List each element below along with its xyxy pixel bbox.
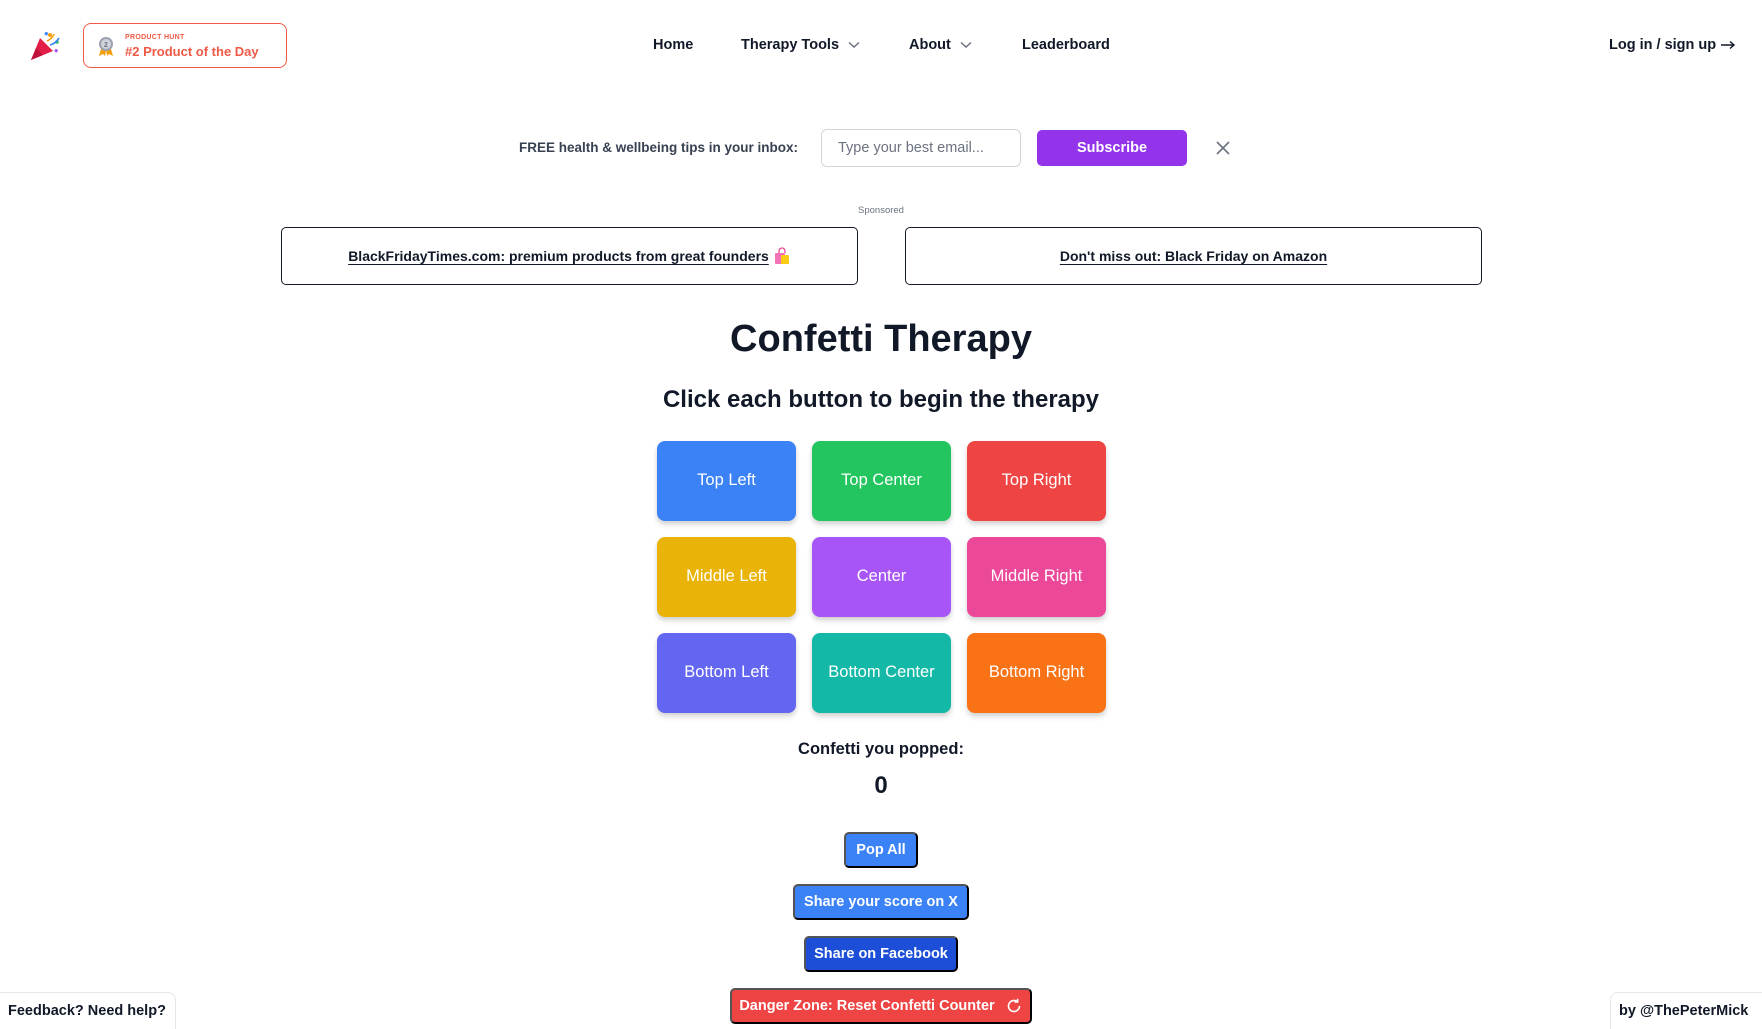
confetti-button-middle-right[interactable]: Middle Right [967,537,1106,617]
confetti-button-bottom-center[interactable]: Bottom Center [812,633,951,713]
login-signup-label: Log in / sign up [1609,37,1717,53]
confetti-button-bottom-right[interactable]: Bottom Right [967,633,1106,713]
shopping-bags-icon [773,247,791,265]
confetti-button-top-center[interactable]: Top Center [812,441,951,521]
confetti-button-middle-left[interactable]: Middle Left [657,537,796,617]
chevron-down-icon [848,41,860,49]
close-icon[interactable] [1214,139,1232,157]
share-on-x-button[interactable]: Share your score on X [793,884,969,920]
sponsored-ad-2-link[interactable]: Don't miss out: Black Friday on Amazon [1060,248,1327,264]
main-nav: Home Therapy Tools About Leaderboard Log… [0,37,1762,55]
sponsored-ad-1-text: BlackFridayTimes.com: premium products f… [348,248,769,264]
confetti-button-top-right[interactable]: Top Right [967,441,1106,521]
reset-counter-label: Danger Zone: Reset Confetti Counter [739,998,995,1014]
nav-therapy-tools[interactable]: Therapy Tools [741,37,860,53]
sponsored-label: Sponsored [858,205,904,216]
page-title: Confetti Therapy [730,318,1032,360]
pop-all-button[interactable]: Pop All [844,832,918,868]
feedback-tab[interactable]: Feedback? Need help? [0,992,176,1029]
page-subtitle: Click each button to begin the therapy [662,386,1100,413]
reset-counter-button[interactable]: Danger Zone: Reset Confetti Counter [730,988,1032,1024]
nav-leaderboard[interactable]: Leaderboard [1022,37,1110,53]
newsletter-label: FREE health & wellbeing tips in your inb… [519,140,799,155]
sponsored-ad-1-link[interactable]: BlackFridayTimes.com: premium products f… [348,247,791,265]
author-byline[interactable]: by @ThePeterMick [1610,992,1762,1029]
refresh-icon [1005,997,1023,1015]
nav-leaderboard-label: Leaderboard [1022,37,1110,53]
chevron-down-icon [960,41,972,49]
nav-about[interactable]: About [909,37,972,53]
confetti-button-grid: Top Left Top Center Top Right Middle Lef… [657,441,1106,713]
nav-home[interactable]: Home [653,37,693,53]
subscribe-button[interactable]: Subscribe [1037,130,1187,166]
sponsored-ad-2[interactable]: Don't miss out: Black Friday on Amazon [905,227,1482,285]
confetti-button-top-left[interactable]: Top Left [657,441,796,521]
arrow-right-icon [1720,40,1736,50]
email-input[interactable] [821,129,1021,167]
confetti-counter-value: 0 [874,772,888,799]
nav-therapy-tools-label: Therapy Tools [741,37,840,53]
sponsored-ad-1[interactable]: BlackFridayTimes.com: premium products f… [281,227,858,285]
login-signup-link[interactable]: Log in / sign up [1609,37,1736,53]
newsletter-bar: FREE health & wellbeing tips in your inb… [0,129,1762,167]
confetti-counter-label: Confetti you popped: [798,740,964,758]
nav-home-label: Home [653,37,694,53]
confetti-button-center[interactable]: Center [812,537,951,617]
nav-about-label: About [909,37,951,53]
share-on-facebook-button[interactable]: Share on Facebook [804,936,958,972]
confetti-button-bottom-left[interactable]: Bottom Left [657,633,796,713]
